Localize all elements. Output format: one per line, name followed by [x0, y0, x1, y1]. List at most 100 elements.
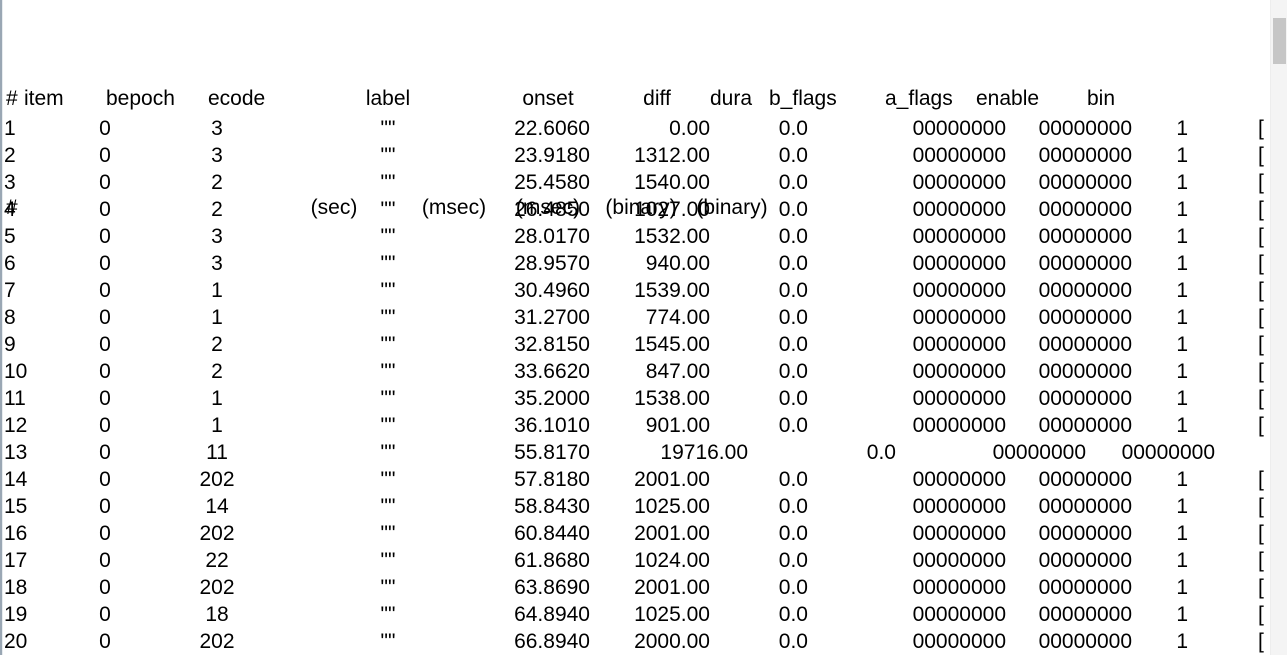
header-ecode: ecode — [208, 87, 266, 110]
cell-a-flags: 00000000 — [1038, 333, 1132, 356]
header-diff: diff — [643, 87, 671, 110]
cell-enable: 1 — [1176, 171, 1188, 194]
cell-onset: 28.9570 — [514, 252, 590, 275]
cell-a-flags: 00000000 — [1038, 630, 1132, 653]
table-row[interactable]: 11 0 1 "" 35.2000 1538.00 0.0 00000000 00000000 1… — [0, 385, 1270, 412]
cell-b-flags: 00000000 — [912, 414, 1006, 437]
cell-bepoch: 0 — [99, 144, 111, 167]
cell-enable: 1 — [1176, 279, 1188, 302]
cell-bin: [ — [1258, 414, 1264, 437]
cell-a-flags: 00000000 — [1038, 468, 1132, 491]
vertical-scrollbar[interactable] — [1270, 0, 1287, 655]
cell-onset: 58.8430 — [514, 495, 590, 518]
cell-a-flags: 00000000 — [1038, 414, 1132, 437]
cell-diff: 1025.00 — [634, 495, 710, 518]
text-content-area[interactable]: # item bepoch ecode label onset diff dur… — [0, 0, 1270, 655]
cell-bin: [ — [1258, 522, 1264, 545]
table-row[interactable]: 16 0 202 "" 60.8440 2001.00 0.0 00000000 0000000… — [0, 520, 1270, 547]
cell-dura: 0.0 — [778, 306, 808, 329]
cell-ecode: 22 — [205, 549, 229, 572]
table-row[interactable]: 19 0 18 "" 64.8940 1025.00 0.0 00000000 00000000… — [0, 601, 1270, 628]
cell-onset: 26.4850 — [514, 198, 590, 221]
cell-bin: [ — [1258, 630, 1264, 653]
cell-item: 15 — [4, 495, 28, 518]
cell-label: "" — [380, 198, 396, 221]
header-a-flags: a_flags — [885, 87, 953, 110]
cell-dura: 0.0 — [778, 549, 808, 572]
cell-label: "" — [380, 576, 396, 599]
cell-label: "" — [380, 630, 396, 653]
cell-bin: [ — [1258, 225, 1264, 248]
header-b-flags: b_flags — [769, 87, 837, 110]
table-row[interactable]: 9 0 2 "" 32.8150 1545.00 0.0 00000000 00000000 1 [ — [0, 331, 1270, 358]
cell-bepoch: 0 — [99, 468, 111, 491]
table-row[interactable]: 5 0 3 "" 28.0170 1532.00 0.0 00000000 00000000 1 [ — [0, 223, 1270, 250]
cell-label: "" — [380, 225, 396, 248]
cell-bepoch: 0 — [99, 333, 111, 356]
cell-onset: 32.8150 — [514, 333, 590, 356]
table-row[interactable]: 8 0 1 "" 31.2700 774.00 0.0 00000000 00000000 1 [ — [0, 304, 1270, 331]
cell-bin: [ — [1258, 306, 1264, 329]
table-row[interactable]: 4 0 2 "" 26.4850 1027.00 0.0 00000000 00000000 1 [ — [0, 196, 1270, 223]
cell-onset: 61.8680 — [514, 549, 590, 572]
header-hash: # — [6, 87, 18, 110]
table-row[interactable]: 17 0 22 "" 61.8680 1024.00 0.0 00000000 00000000… — [0, 547, 1270, 574]
table-row[interactable]: 14 0 202 "" 57.8180 2001.00 0.0 00000000 0000000… — [0, 466, 1270, 493]
cell-enable: 1 — [1176, 333, 1188, 356]
table-row[interactable]: 20 0 202 "" 66.8940 2000.00 0.0 00000000 0000000… — [0, 628, 1270, 655]
cell-label: "" — [380, 171, 396, 194]
table-row[interactable]: 3 0 2 "" 25.4580 1540.00 0.0 00000000 00000000 1 [ — [0, 169, 1270, 196]
table-row[interactable]: 13 0 11 "" 55.8170 19716.00 0.0 00000000 0000000… — [0, 439, 1270, 466]
vertical-scrollbar-thumb[interactable] — [1273, 18, 1286, 64]
cell-bepoch: 0 — [99, 279, 111, 302]
table-row[interactable]: 6 0 3 "" 28.9570 940.00 0.0 00000000 00000000 1 [ — [0, 250, 1270, 277]
cell-label: "" — [380, 603, 396, 626]
cell-b-flags: 00000000 — [912, 117, 1006, 140]
table-row[interactable]: 15 0 14 "" 58.8430 1025.00 0.0 00000000 00000000… — [0, 493, 1270, 520]
cell-onset: 31.2700 — [514, 306, 590, 329]
cell-item: 17 — [4, 549, 28, 572]
cell-a-flags: 00000000 — [1038, 387, 1132, 410]
cell-dura: 0.0 — [778, 117, 808, 140]
table-row[interactable]: 2 0 3 "" 23.9180 1312.00 0.0 00000000 00000000 1 [ — [0, 142, 1270, 169]
cell-ecode: 18 — [205, 603, 229, 626]
cell-enable: 1 — [1176, 225, 1188, 248]
cell-ecode: 202 — [199, 522, 235, 545]
table-row[interactable]: 1 0 3 "" 22.6060 0.00 0.0 00000000 00000000 1 [ — [0, 115, 1270, 142]
cell-bepoch: 0 — [99, 225, 111, 248]
header-line-1: # item bepoch ecode label onset diff dur… — [0, 85, 1270, 113]
cell-a-flags: 00000000 — [1038, 522, 1132, 545]
cell-label: "" — [380, 495, 396, 518]
cell-b-flags: 00000000 — [912, 171, 1006, 194]
cell-bepoch: 0 — [99, 360, 111, 383]
cell-bin: [ — [1258, 144, 1264, 167]
cell-ecode: 2 — [211, 360, 223, 383]
cell-enable: 1 — [1176, 198, 1188, 221]
table-row[interactable]: 10 0 2 "" 33.6620 847.00 0.0 00000000 00000000 1 [ — [0, 358, 1270, 385]
data-rows-block[interactable]: 1 0 3 "" 22.6060 0.00 0.0 00000000 00000000 1[2 0 3… — [0, 115, 1270, 655]
table-row[interactable]: 12 0 1 "" 36.1010 901.00 0.0 00000000 00000000 1 [ — [0, 412, 1270, 439]
cell-dura: 0.0 — [778, 171, 808, 194]
cell-onset: 64.8940 — [514, 603, 590, 626]
cell-onset: 57.8180 — [514, 468, 590, 491]
cell-b-flags: 00000000 — [912, 333, 1006, 356]
cell-b-flags: 00000000 — [912, 252, 1006, 275]
text-listing-viewer[interactable]: # item bepoch ecode label onset diff dur… — [0, 0, 1287, 655]
cell-item: 19 — [4, 603, 28, 626]
cell-a-flags: 00000000 — [1038, 117, 1132, 140]
cell-diff: 1545.00 — [634, 333, 710, 356]
table-row[interactable]: 7 0 1 "" 30.4960 1539.00 0.0 00000000 00000000 1 [ — [0, 277, 1270, 304]
table-row[interactable]: 18 0 202 "" 63.8690 2001.00 0.0 00000000 0000000… — [0, 574, 1270, 601]
cell-enable: 1 — [1176, 414, 1188, 437]
cell-dura: 0.0 — [778, 576, 808, 599]
cell-ecode: 202 — [199, 468, 235, 491]
cell-bin: [ — [1258, 495, 1264, 518]
cell-bepoch: 0 — [99, 441, 111, 464]
cell-item: 10 — [4, 360, 28, 383]
cell-diff: 1538.00 — [634, 387, 710, 410]
cell-dura: 0.0 — [778, 468, 808, 491]
cell-bepoch: 0 — [99, 495, 111, 518]
cell-ecode: 1 — [211, 414, 223, 437]
cell-onset: 23.9180 — [514, 144, 590, 167]
cell-ecode: 3 — [211, 225, 223, 248]
